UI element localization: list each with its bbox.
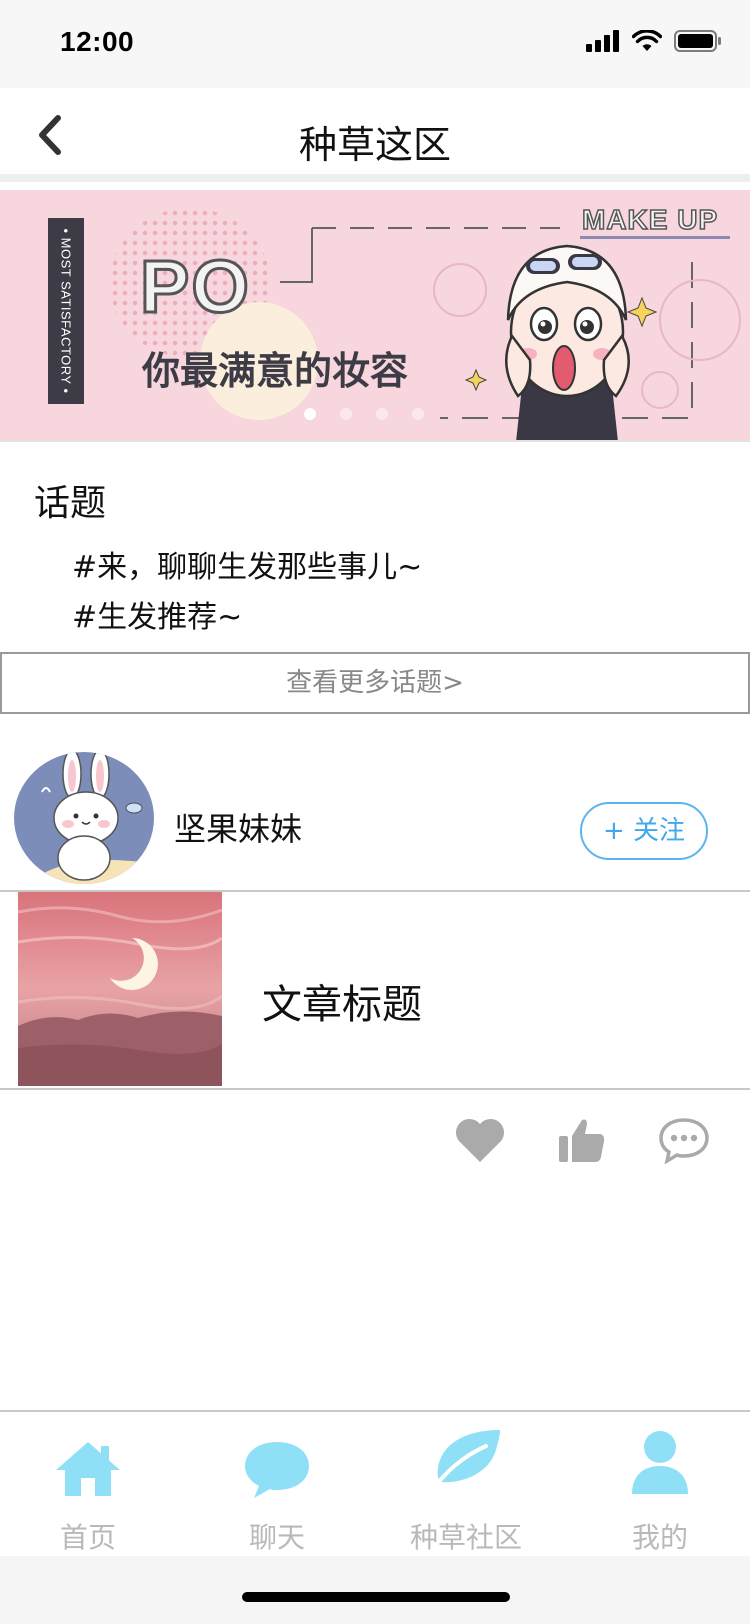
- banner-big-text: PO: [139, 244, 251, 330]
- tab-community[interactable]: 种草社区: [391, 1426, 541, 1554]
- carousel-dot[interactable]: [376, 408, 388, 420]
- person-icon: [632, 1431, 688, 1494]
- banner-slogan: 你最满意的妆容: [142, 349, 409, 393]
- banner-side-label: • MOST SATISFACTORY •: [48, 218, 84, 404]
- heart-icon[interactable]: [454, 1116, 506, 1164]
- home-indicator-area: [0, 1556, 750, 1624]
- home-indicator[interactable]: [242, 1592, 510, 1602]
- tab-chat[interactable]: 聊天: [202, 1426, 352, 1554]
- wifi-icon: [632, 30, 662, 51]
- carousel-dot[interactable]: [340, 408, 352, 420]
- carousel-indicators[interactable]: [304, 408, 424, 420]
- divider: [0, 1088, 750, 1090]
- tab-label: 聊天: [248, 1521, 305, 1554]
- article-thumbnail[interactable]: [18, 892, 222, 1086]
- bunny-avatar-image: [14, 752, 154, 884]
- comment-icon[interactable]: [658, 1116, 710, 1164]
- tab-label: 种草社区: [409, 1521, 522, 1554]
- follow-button[interactable]: + 关注: [580, 802, 708, 860]
- cellular-signal-icon: [586, 30, 619, 52]
- tab-label: 首页: [59, 1521, 116, 1554]
- battery-icon: [674, 30, 721, 52]
- navigation-bar: 种草这区: [0, 88, 750, 182]
- carousel-dot[interactable]: [412, 408, 424, 420]
- topic-item[interactable]: #来，聊聊生发那些事儿~: [72, 542, 422, 586]
- leaf-icon: [430, 1430, 500, 1494]
- carousel-dot-active[interactable]: [304, 408, 316, 420]
- status-bar: 12:00: [0, 0, 750, 88]
- status-icons: [586, 30, 722, 52]
- banner-carousel[interactable]: • MOST SATISFACTORY • PO 你最满意的妆容 MAKE UP: [0, 190, 750, 442]
- banner-corner-text: MAKE UP: [581, 203, 719, 236]
- banner-side-text: • MOST SATISFACTORY •: [58, 228, 74, 394]
- tab-home[interactable]: 首页: [13, 1426, 163, 1554]
- status-time: 12:00: [60, 26, 135, 57]
- topics-heading: 话题: [34, 483, 107, 524]
- topic-item[interactable]: #生发推荐~: [72, 592, 242, 636]
- avatar[interactable]: [14, 752, 154, 884]
- tab-label: 我的: [631, 1521, 688, 1554]
- chat-bubble-icon: [245, 1442, 309, 1498]
- moon-sky-painting-image: [18, 892, 222, 1086]
- thumbs-up-icon[interactable]: [556, 1116, 608, 1164]
- author-name[interactable]: 坚果妹妹: [174, 804, 302, 850]
- tab-bar: 首页 聊天 种草社区 我的: [0, 1410, 750, 1556]
- home-icon: [56, 1442, 120, 1496]
- article-title[interactable]: 文章标题: [262, 972, 422, 1030]
- tab-mine[interactable]: 我的: [585, 1426, 735, 1554]
- page-title: 种草这区: [298, 123, 451, 167]
- cartoon-girl-illustration: [505, 244, 630, 440]
- more-topics-button[interactable]: 查看更多话题>: [0, 652, 750, 714]
